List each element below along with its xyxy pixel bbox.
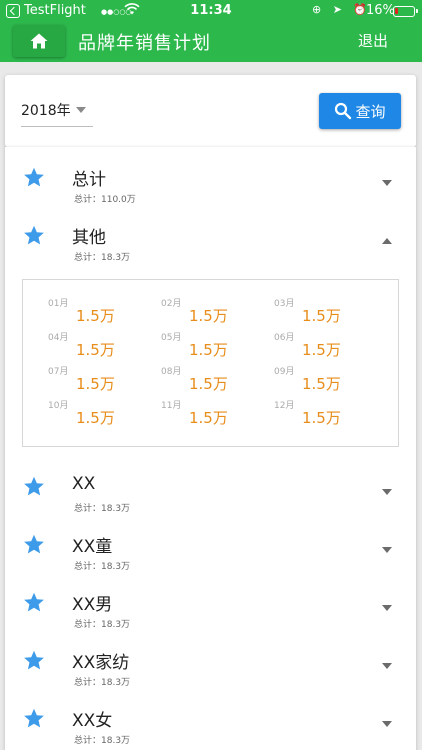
month-value: 1.5万 <box>189 375 228 393</box>
page-title: 品牌年销售计划 <box>78 33 211 54</box>
month-cell: 07月 1.5万 <box>48 364 161 398</box>
month-cell: 08月 1.5万 <box>161 364 274 398</box>
month-value: 1.5万 <box>302 307 341 325</box>
month-cell: 03月 1.5万 <box>274 296 387 330</box>
star-icon <box>24 476 44 496</box>
list-item-xx-women[interactable]: XX女 总计：18.3万 <box>5 688 416 746</box>
brand-list: 总计 总计：110.0万 其他 总计：18.3万 01月 1.5万 02月 1.5万… <box>5 147 416 750</box>
item-name: XX <box>72 474 96 494</box>
list-item-xx-men[interactable]: XX男 总计：18.3万 <box>5 572 416 630</box>
item-name: XX男 <box>72 595 113 615</box>
month-label: 05月 <box>161 333 182 343</box>
month-value: 1.5万 <box>302 341 341 359</box>
month-label: 02月 <box>161 299 182 309</box>
month-value: 1.5万 <box>302 375 341 393</box>
search-icon <box>335 102 352 120</box>
month-value: 1.5万 <box>189 341 228 359</box>
list-item-xx-home-textile[interactable]: XX家纺 总计：18.3万 <box>5 630 416 688</box>
item-name: XX女 <box>72 711 113 731</box>
month-label: 10月 <box>48 401 69 411</box>
month-value: 1.5万 <box>76 341 115 359</box>
battery-level <box>395 8 398 14</box>
list-item-xx-kids[interactable]: XX童 总计：18.3万 <box>5 514 416 572</box>
logout-button[interactable]: 退出 <box>358 30 402 51</box>
item-total: 总计：18.3万 <box>74 253 131 263</box>
expand-icon[interactable] <box>382 180 392 186</box>
month-label: 01月 <box>48 299 69 309</box>
caret-down-icon <box>76 107 86 113</box>
filter-card: 2018年 查询 <box>5 75 416 147</box>
month-value: 1.5万 <box>76 375 115 393</box>
expand-icon[interactable] <box>382 721 392 727</box>
query-label: 查询 <box>355 102 386 121</box>
month-breakdown: 01月 1.5万 02月 1.5万 03月 1.5万 04月 1.5万 05月 1.5万 … <box>22 279 399 447</box>
item-name: 其他 <box>72 228 106 248</box>
year-value: 2018年 <box>21 103 71 119</box>
month-cell: 02月 1.5万 <box>161 296 274 330</box>
month-label: 07月 <box>48 367 69 377</box>
year-select[interactable]: 2018年 <box>21 93 93 127</box>
month-cell: 12月 1.5万 <box>274 398 387 432</box>
star-icon <box>24 167 44 187</box>
month-label: 06月 <box>274 333 295 343</box>
battery-icon <box>393 6 418 17</box>
item-total: 总计：18.3万 <box>74 736 131 746</box>
month-cell: 11月 1.5万 <box>161 398 274 432</box>
month-value: 1.5万 <box>189 409 228 427</box>
app-bar: TestFlight ●●○○○ 11:34 ⊕ ➤ ⏰ 16% 品牌年销售计划… <box>0 0 422 62</box>
month-cell: 09月 1.5万 <box>274 364 387 398</box>
expand-icon[interactable] <box>382 547 392 553</box>
item-name: XX童 <box>72 537 113 557</box>
month-value: 1.5万 <box>189 307 228 325</box>
month-label: 09月 <box>274 367 295 377</box>
month-value: 1.5万 <box>302 409 341 427</box>
star-icon <box>24 650 44 670</box>
home-button[interactable] <box>13 25 65 57</box>
item-total: 总计：110.0万 <box>74 195 136 205</box>
item-name: 总计 <box>72 170 106 190</box>
star-icon <box>24 225 44 245</box>
expand-icon[interactable] <box>382 663 392 669</box>
collapse-icon[interactable] <box>382 238 392 244</box>
month-label: 11月 <box>161 401 182 411</box>
month-cell: 05月 1.5万 <box>161 330 274 364</box>
month-label: 12月 <box>274 401 295 411</box>
battery-percent: 16% <box>366 3 395 18</box>
list-item-xx[interactable]: XX 总计：18.3万 <box>5 456 416 514</box>
month-label: 03月 <box>274 299 295 309</box>
item-total: 总计：18.3万 <box>74 562 131 572</box>
item-total: 总计：18.3万 <box>74 504 131 514</box>
status-icons: ⊕ ➤ ⏰ <box>312 3 372 16</box>
month-cell: 10月 1.5万 <box>48 398 161 432</box>
item-total: 总计：18.3万 <box>74 620 131 630</box>
item-total: 总计：18.3万 <box>74 678 131 688</box>
expand-icon[interactable] <box>382 605 392 611</box>
month-label: 04月 <box>48 333 69 343</box>
month-cell: 06月 1.5万 <box>274 330 387 364</box>
month-cell: 01月 1.5万 <box>48 296 161 330</box>
star-icon <box>24 534 44 554</box>
list-item-total[interactable]: 总计 总计：110.0万 <box>5 147 416 205</box>
month-value: 1.5万 <box>76 409 115 427</box>
month-value: 1.5万 <box>76 307 115 325</box>
star-icon <box>24 592 44 612</box>
month-cell: 04月 1.5万 <box>48 330 161 364</box>
month-label: 08月 <box>161 367 182 377</box>
home-icon <box>30 33 48 49</box>
expand-icon[interactable] <box>382 489 392 495</box>
status-bar: TestFlight ●●○○○ 11:34 ⊕ ➤ ⏰ 16% <box>0 0 422 22</box>
item-name: XX家纺 <box>72 653 130 673</box>
star-icon <box>24 708 44 728</box>
query-button[interactable]: 查询 <box>319 93 401 129</box>
